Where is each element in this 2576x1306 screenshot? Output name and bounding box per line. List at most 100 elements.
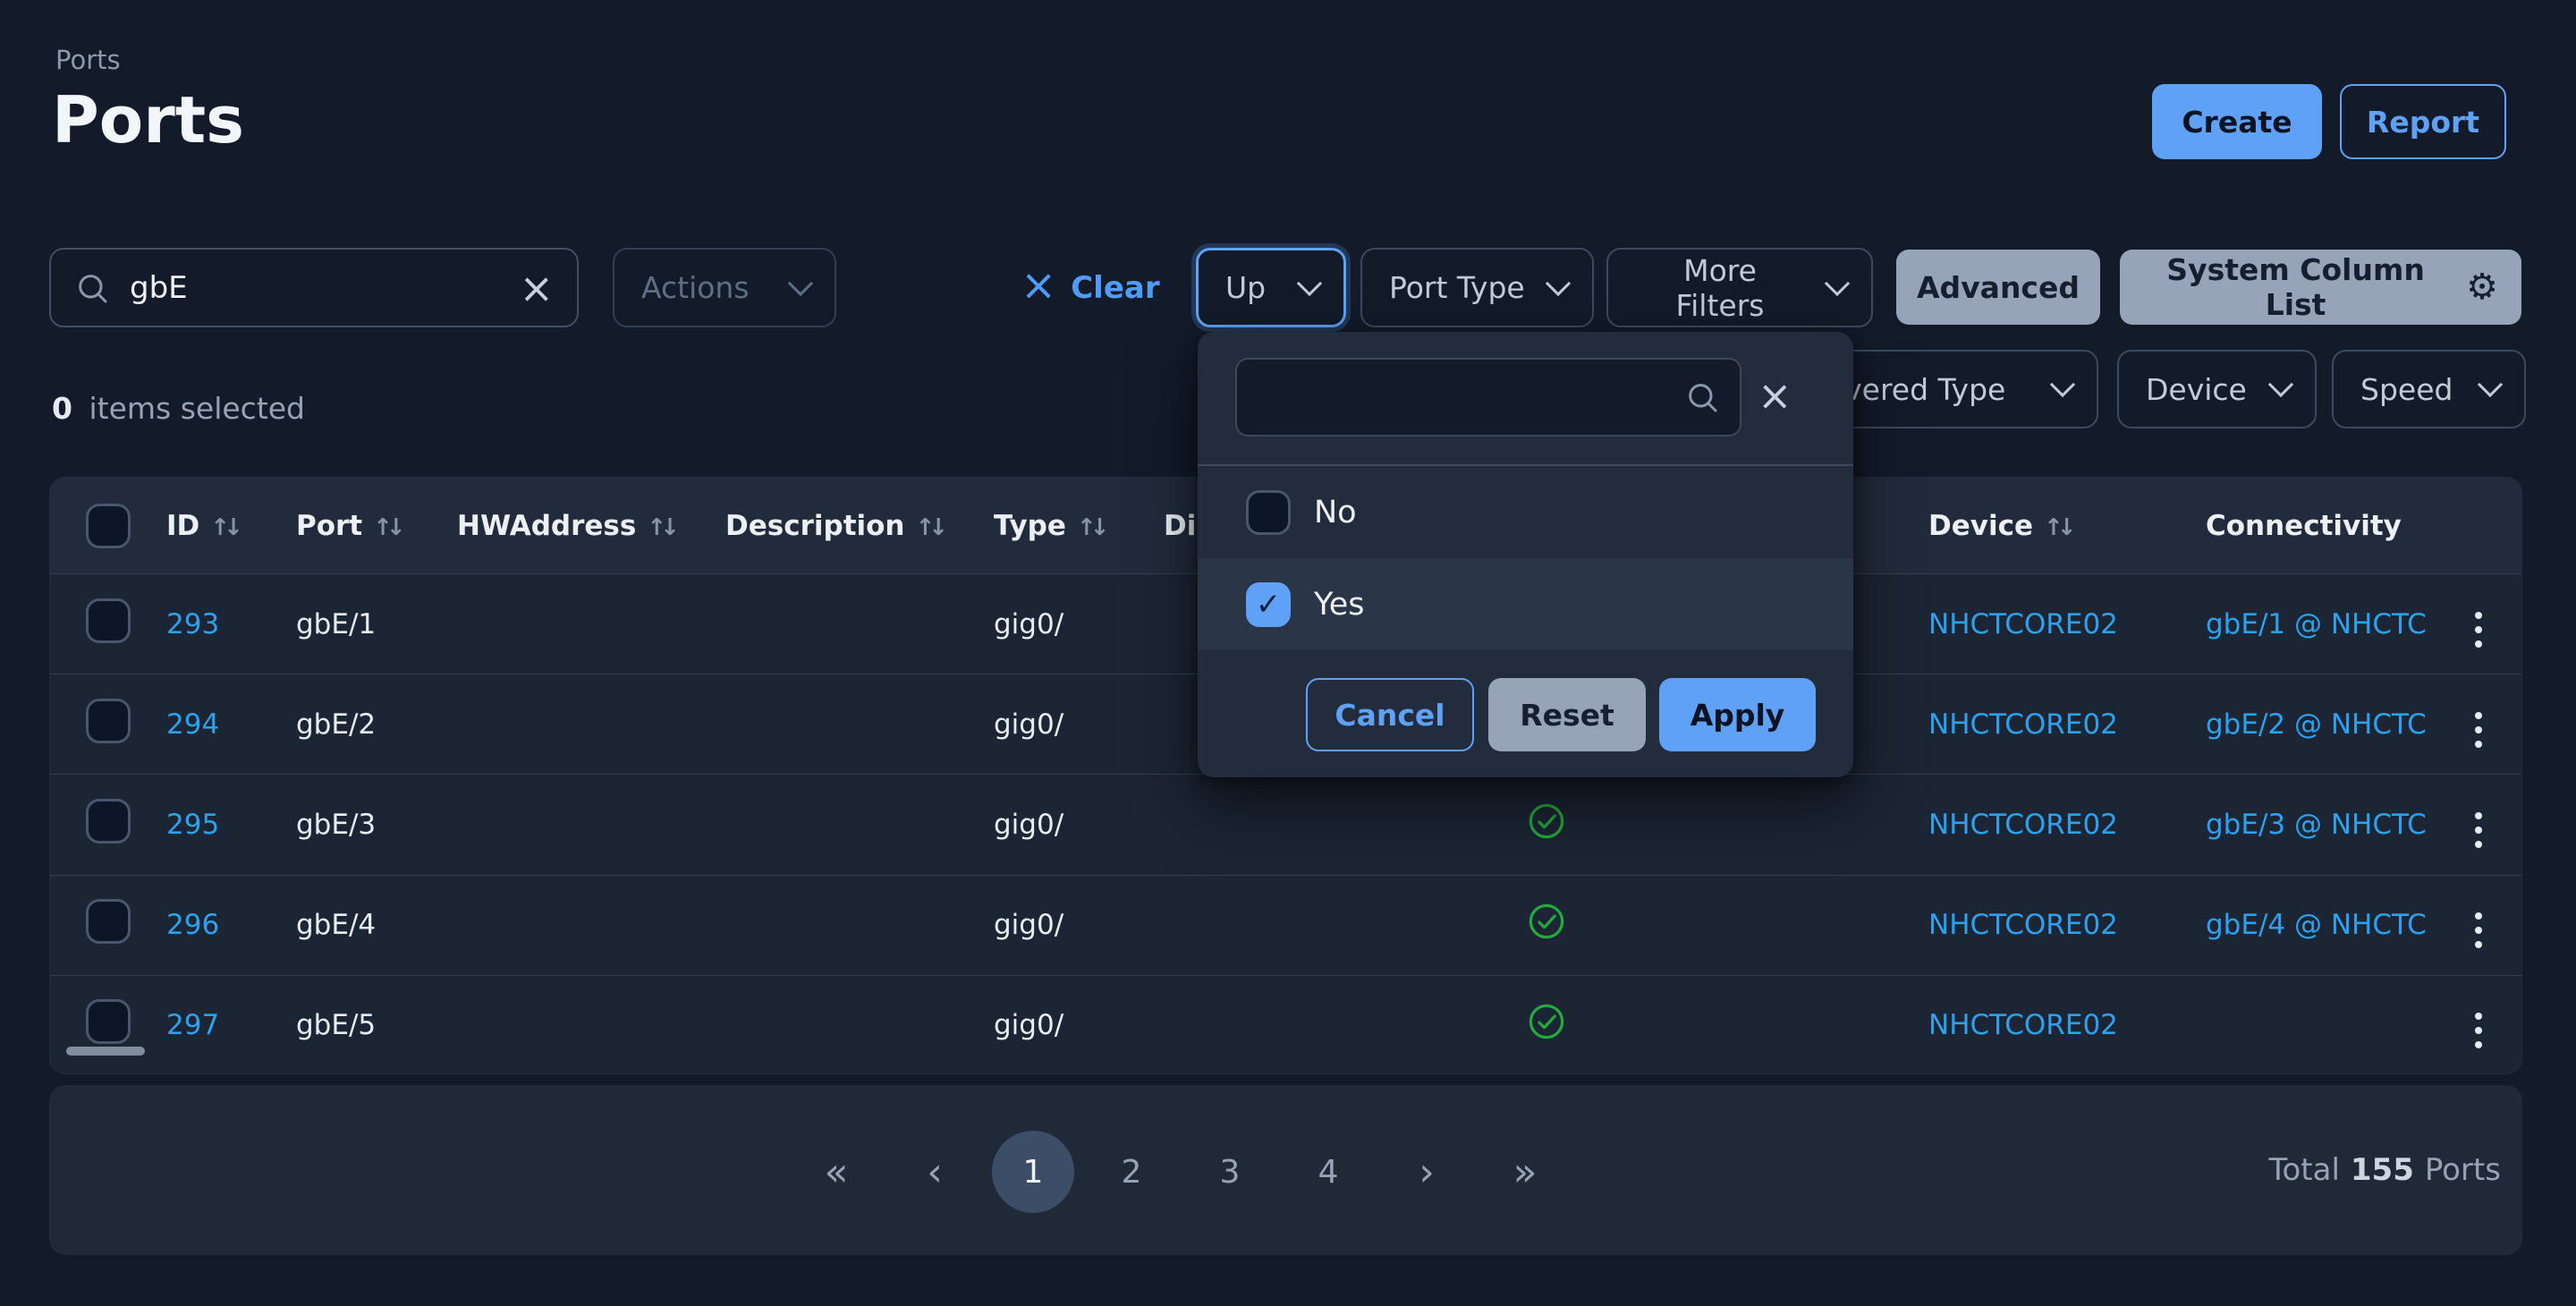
sort-icon[interactable] xyxy=(210,510,243,542)
page-button-2[interactable]: 2 xyxy=(1090,1131,1173,1213)
connectivity-link[interactable]: gbE/2 @ NHCTC xyxy=(2206,708,2427,741)
filter-speed-dropdown[interactable]: Speed xyxy=(2332,350,2526,428)
kebab-menu-icon[interactable] xyxy=(2468,905,2489,955)
popup-option-yes[interactable]: Yes xyxy=(1198,558,1853,650)
discovered-check-icon xyxy=(1526,901,1567,942)
option-checkbox-checked[interactable] xyxy=(1246,582,1291,627)
popup-close-icon[interactable] xyxy=(1758,375,1792,416)
clear-label: Clear xyxy=(1071,270,1159,306)
system-column-list-button[interactable]: System Column List xyxy=(2120,250,2521,325)
row-checkbox[interactable] xyxy=(86,999,131,1044)
sort-icon[interactable] xyxy=(1077,510,1110,542)
table-row: 297 gbE/5 gig0/ NHCTCORE02 xyxy=(50,975,2521,1074)
chevron-down-icon xyxy=(1546,270,1571,295)
apply-button[interactable]: Apply xyxy=(1659,678,1816,751)
device-link[interactable]: NHCTCORE02 xyxy=(1928,909,2118,941)
total-count: Total 155 Ports xyxy=(2268,1085,2501,1255)
filter-up-dropdown[interactable]: Up xyxy=(1196,248,1346,327)
kebab-menu-icon[interactable] xyxy=(2468,605,2489,655)
search-input[interactable] xyxy=(128,269,501,307)
row-checkbox[interactable] xyxy=(86,799,131,844)
next-page-button[interactable]: › xyxy=(1385,1131,1468,1213)
column-header-port: Port xyxy=(296,510,362,542)
device-link[interactable]: NHCTCORE02 xyxy=(1928,809,2118,841)
popup-search-input[interactable] xyxy=(1257,379,1672,416)
page-button-4[interactable]: 4 xyxy=(1287,1131,1369,1213)
chevron-down-icon xyxy=(2268,372,2293,397)
column-header-type: Type xyxy=(994,510,1066,542)
column-header-id: ID xyxy=(166,510,199,542)
port-id-link[interactable]: 296 xyxy=(166,909,219,941)
port-id-link[interactable]: 297 xyxy=(166,1009,219,1041)
total-value: 155 xyxy=(2351,1152,2414,1188)
filter-more-filters-label: More Filters xyxy=(1635,253,1805,323)
connectivity-link[interactable]: gbE/1 @ NHCTC xyxy=(2206,608,2427,640)
row-checkbox[interactable] xyxy=(86,598,131,643)
selected-label: items selected xyxy=(89,391,305,426)
type-cell: gig0/ xyxy=(994,809,1164,841)
sort-icon[interactable] xyxy=(647,510,680,542)
port-cell: gbE/1 xyxy=(296,608,457,640)
prev-page-button[interactable]: ‹ xyxy=(894,1131,976,1213)
port-cell: gbE/5 xyxy=(296,1009,457,1041)
toolbar-row-1: Actions Clear Up Port Type More Filters … xyxy=(49,248,2522,327)
report-button[interactable]: Report xyxy=(2340,84,2506,159)
row-checkbox[interactable] xyxy=(86,899,131,944)
filter-port-type-label: Port Type xyxy=(1389,270,1525,305)
search-box xyxy=(49,248,579,327)
clear-search-icon[interactable] xyxy=(519,267,554,309)
create-button[interactable]: Create xyxy=(2152,84,2322,159)
type-cell: gig0/ xyxy=(994,608,1164,640)
connectivity-link[interactable]: gbE/3 @ NHCTC xyxy=(2206,809,2427,841)
connectivity-link[interactable]: gbE/4 @ NHCTC xyxy=(2206,909,2427,941)
filter-device-dropdown[interactable]: Device xyxy=(2117,350,2317,428)
filter-port-type-dropdown[interactable]: Port Type xyxy=(1360,248,1594,327)
device-link[interactable]: NHCTCORE02 xyxy=(1928,708,2118,741)
actions-dropdown[interactable]: Actions xyxy=(613,248,836,327)
column-header-hwaddress: HWAddress xyxy=(457,510,636,542)
select-all-checkbox[interactable] xyxy=(86,504,131,548)
kebab-menu-icon[interactable] xyxy=(2468,805,2489,855)
chevron-down-icon xyxy=(788,270,813,295)
option-label: Yes xyxy=(1314,587,1365,623)
port-cell: gbE/4 xyxy=(296,909,457,941)
first-page-button[interactable]: « xyxy=(795,1131,877,1213)
port-id-link[interactable]: 293 xyxy=(166,608,219,640)
column-header-device: Device xyxy=(1928,510,2033,542)
sort-icon[interactable] xyxy=(916,510,949,542)
port-id-link[interactable]: 295 xyxy=(166,809,219,841)
clear-filters-button[interactable]: Clear xyxy=(1015,248,1165,327)
option-label: No xyxy=(1314,495,1357,530)
sort-icon[interactable] xyxy=(373,510,406,542)
option-checkbox[interactable] xyxy=(1246,490,1291,535)
advanced-button[interactable]: Advanced xyxy=(1896,250,2100,325)
discovered-check-icon xyxy=(1526,1001,1567,1042)
selected-count: 0 xyxy=(52,391,72,426)
page-button-1[interactable]: 1 xyxy=(992,1131,1074,1213)
kebab-menu-icon[interactable] xyxy=(2468,705,2489,755)
horizontal-scrollbar-thumb[interactable] xyxy=(66,1047,145,1056)
device-link[interactable]: NHCTCORE02 xyxy=(1928,1009,2118,1041)
device-link[interactable]: NHCTCORE02 xyxy=(1928,608,2118,640)
sort-icon[interactable] xyxy=(2044,510,2077,542)
page-button-3[interactable]: 3 xyxy=(1189,1131,1271,1213)
column-header-description: Description xyxy=(725,510,905,542)
port-cell: gbE/2 xyxy=(296,708,457,741)
kebab-menu-icon[interactable] xyxy=(2468,1005,2489,1056)
table-row: 296 gbE/4 gig0/ NHCTCORE02 gbE/4 @ NHCTC xyxy=(50,875,2521,975)
total-prefix: Total xyxy=(2268,1152,2339,1188)
port-id-link[interactable]: 294 xyxy=(166,708,219,741)
port-cell: gbE/3 xyxy=(296,809,457,841)
popup-option-no[interactable]: No xyxy=(1198,466,1853,558)
filter-speed-label: Speed xyxy=(2360,372,2453,407)
discovered-check-icon xyxy=(1526,801,1567,842)
page-actions: Create Report xyxy=(2152,84,2506,159)
table-footer: « ‹ 1 2 3 4 › » Total 155 Ports xyxy=(49,1085,2522,1255)
pagination: « ‹ 1 2 3 4 › » xyxy=(795,1131,1566,1213)
row-checkbox[interactable] xyxy=(86,699,131,743)
last-page-button[interactable]: » xyxy=(1484,1131,1566,1213)
filter-more-filters-dropdown[interactable]: More Filters xyxy=(1606,248,1873,327)
reset-button[interactable]: Reset xyxy=(1488,678,1646,751)
chevron-down-icon xyxy=(2050,372,2075,397)
cancel-button[interactable]: Cancel xyxy=(1306,678,1474,751)
